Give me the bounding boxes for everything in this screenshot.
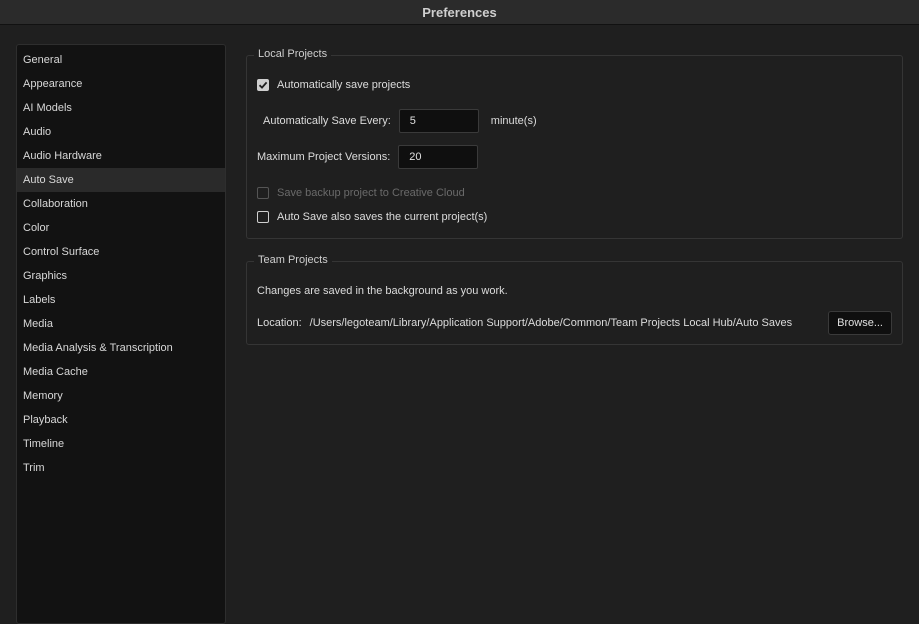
sidebar-item-control-surface[interactable]: Control Surface xyxy=(17,240,225,264)
save-current-label: Auto Save also saves the current project… xyxy=(277,211,488,223)
auto-save-checkbox[interactable] xyxy=(257,79,269,91)
max-versions-row: Maximum Project Versions: xyxy=(257,145,479,169)
location-row: Location: /Users/legoteam/Library/Applic… xyxy=(257,311,892,335)
browse-button[interactable]: Browse... xyxy=(828,311,892,335)
location-label: Location: xyxy=(257,317,302,329)
max-versions-input[interactable] xyxy=(398,145,479,169)
team-projects-group: Team Projects Changes are saved in the b… xyxy=(246,254,903,345)
sidebar-item-media-cache[interactable]: Media Cache xyxy=(17,360,225,384)
sidebar-item-appearance[interactable]: Appearance xyxy=(17,72,225,96)
save-every-label: Automatically Save Every: xyxy=(263,115,391,127)
local-projects-title: Local Projects xyxy=(254,48,332,60)
sidebar-item-audio-hardware[interactable]: Audio Hardware xyxy=(17,144,225,168)
sidebar-item-memory[interactable]: Memory xyxy=(17,384,225,408)
sidebar-item-timeline[interactable]: Timeline xyxy=(17,432,225,456)
sidebar-item-collaboration[interactable]: Collaboration xyxy=(17,192,225,216)
sidebar-item-audio[interactable]: Audio xyxy=(17,120,225,144)
save-every-input[interactable] xyxy=(398,109,479,133)
sidebar-item-media[interactable]: Media xyxy=(17,312,225,336)
team-projects-description: Changes are saved in the background as y… xyxy=(257,285,508,297)
save-current-row: Auto Save also saves the current project… xyxy=(257,211,487,223)
save-every-row: Automatically Save Every: minute(s) xyxy=(263,109,537,133)
title-bar: Preferences xyxy=(0,0,919,25)
sidebar-item-ai-models[interactable]: AI Models xyxy=(17,96,225,120)
preferences-sidebar: General Appearance AI Models Audio Audio… xyxy=(16,44,226,624)
team-projects-title: Team Projects xyxy=(254,254,332,266)
location-path: /Users/legoteam/Library/Application Supp… xyxy=(309,317,793,329)
backup-cloud-checkbox[interactable] xyxy=(257,187,269,199)
sidebar-item-trim[interactable]: Trim xyxy=(17,456,225,480)
sidebar-item-graphics[interactable]: Graphics xyxy=(17,264,225,288)
backup-cloud-label: Save backup project to Creative Cloud xyxy=(277,187,465,199)
checkmark-icon xyxy=(258,81,268,89)
sidebar-item-playback[interactable]: Playback xyxy=(17,408,225,432)
auto-save-label: Automatically save projects xyxy=(277,79,411,91)
max-versions-label: Maximum Project Versions: xyxy=(257,151,391,163)
backup-cloud-row: Save backup project to Creative Cloud xyxy=(257,187,465,199)
sidebar-item-color[interactable]: Color xyxy=(17,216,225,240)
local-projects-group: Local Projects Automatically save projec… xyxy=(246,48,903,239)
window-title: Preferences xyxy=(422,4,497,20)
sidebar-item-auto-save[interactable]: Auto Save xyxy=(17,168,225,192)
sidebar-item-labels[interactable]: Labels xyxy=(17,288,225,312)
save-current-checkbox[interactable] xyxy=(257,211,269,223)
sidebar-item-media-analysis[interactable]: Media Analysis & Transcription xyxy=(17,336,225,360)
save-every-unit: minute(s) xyxy=(490,115,537,127)
auto-save-row: Automatically save projects xyxy=(257,79,410,91)
sidebar-item-general[interactable]: General xyxy=(17,48,225,72)
